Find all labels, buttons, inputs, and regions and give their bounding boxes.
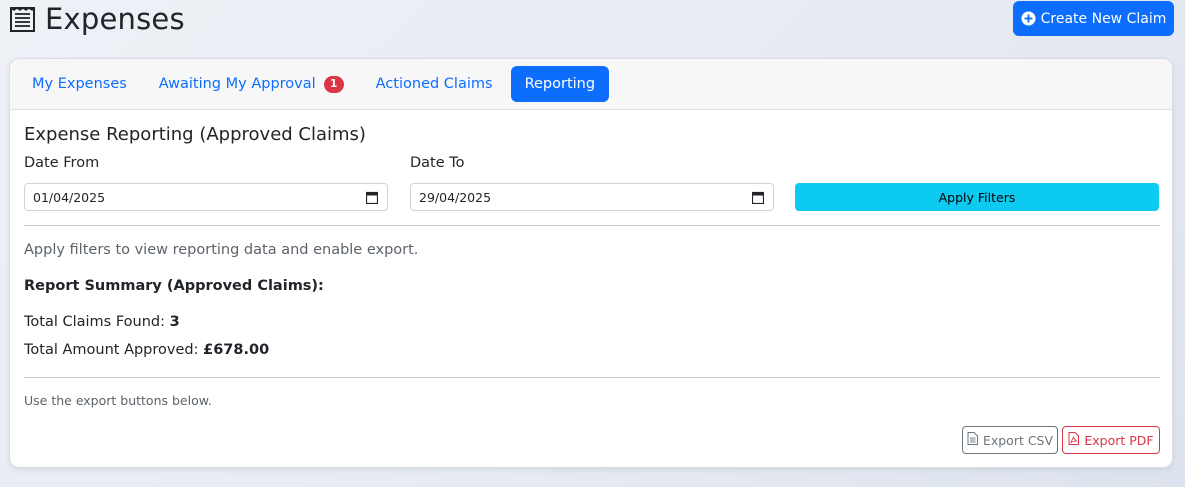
export-csv-button[interactable]: Export CSV bbox=[962, 426, 1058, 454]
total-claims-label: Total Claims Found: bbox=[24, 314, 170, 330]
page: Expenses Create New Claim My Expenses Aw… bbox=[0, 0, 1185, 487]
total-claims-stat: Total Claims Found: 3 bbox=[24, 314, 180, 330]
total-amount-value: £678.00 bbox=[203, 342, 270, 358]
total-claims-value: 3 bbox=[169, 314, 180, 330]
tab-bar: My Expenses Awaiting My Approval 1 Actio… bbox=[10, 59, 1172, 110]
date-to-label: Date To bbox=[410, 155, 465, 171]
calendar-icon[interactable] bbox=[751, 191, 765, 205]
date-from-label: Date From bbox=[24, 155, 100, 171]
file-pdf-icon bbox=[1068, 432, 1080, 448]
export-pdf-label: Export PDF bbox=[1084, 432, 1154, 448]
tab-label: My Expenses bbox=[32, 76, 127, 92]
expenses-card: My Expenses Awaiting My Approval 1 Actio… bbox=[9, 58, 1173, 468]
page-header: Expenses bbox=[9, 2, 185, 36]
page-title: Expenses bbox=[45, 2, 185, 36]
receipt-icon bbox=[9, 6, 36, 33]
apply-filters-button[interactable]: Apply Filters bbox=[795, 183, 1159, 211]
tab-actioned-claims[interactable]: Actioned Claims bbox=[362, 66, 507, 102]
tab-awaiting-my-approval[interactable]: Awaiting My Approval 1 bbox=[145, 66, 358, 102]
date-to-input[interactable]: 29/04/2025 bbox=[410, 183, 774, 211]
tab-label: Reporting bbox=[524, 76, 596, 92]
create-new-claim-button[interactable]: Create New Claim bbox=[1013, 1, 1174, 36]
file-text-icon bbox=[967, 432, 978, 448]
export-note: Use the export buttons below. bbox=[24, 393, 212, 408]
tab-my-expenses[interactable]: My Expenses bbox=[18, 66, 141, 102]
calendar-icon[interactable] bbox=[365, 191, 379, 205]
create-new-claim-label: Create New Claim bbox=[1040, 10, 1167, 27]
plus-circle-icon bbox=[1021, 11, 1036, 26]
date-from-value: 01/04/2025 bbox=[33, 189, 106, 205]
filter-hint: Apply filters to view reporting data and… bbox=[24, 242, 419, 258]
date-to-value: 29/04/2025 bbox=[419, 189, 492, 205]
divider bbox=[24, 377, 1160, 378]
date-from-input[interactable]: 01/04/2025 bbox=[24, 183, 388, 211]
tab-reporting[interactable]: Reporting bbox=[510, 66, 610, 102]
report-summary-title: Report Summary (Approved Claims): bbox=[24, 278, 324, 294]
export-csv-label: Export CSV bbox=[982, 432, 1054, 448]
tab-label: Actioned Claims bbox=[375, 76, 493, 92]
total-amount-label: Total Amount Approved: bbox=[24, 342, 204, 358]
export-pdf-button[interactable]: Export PDF bbox=[1062, 426, 1160, 454]
divider bbox=[24, 225, 1160, 226]
total-amount-stat: Total Amount Approved: £678.00 bbox=[24, 342, 269, 358]
section-title: Expense Reporting (Approved Claims) bbox=[24, 124, 366, 145]
approval-count-badge: 1 bbox=[323, 75, 344, 93]
tab-label: Awaiting My Approval bbox=[158, 76, 316, 92]
